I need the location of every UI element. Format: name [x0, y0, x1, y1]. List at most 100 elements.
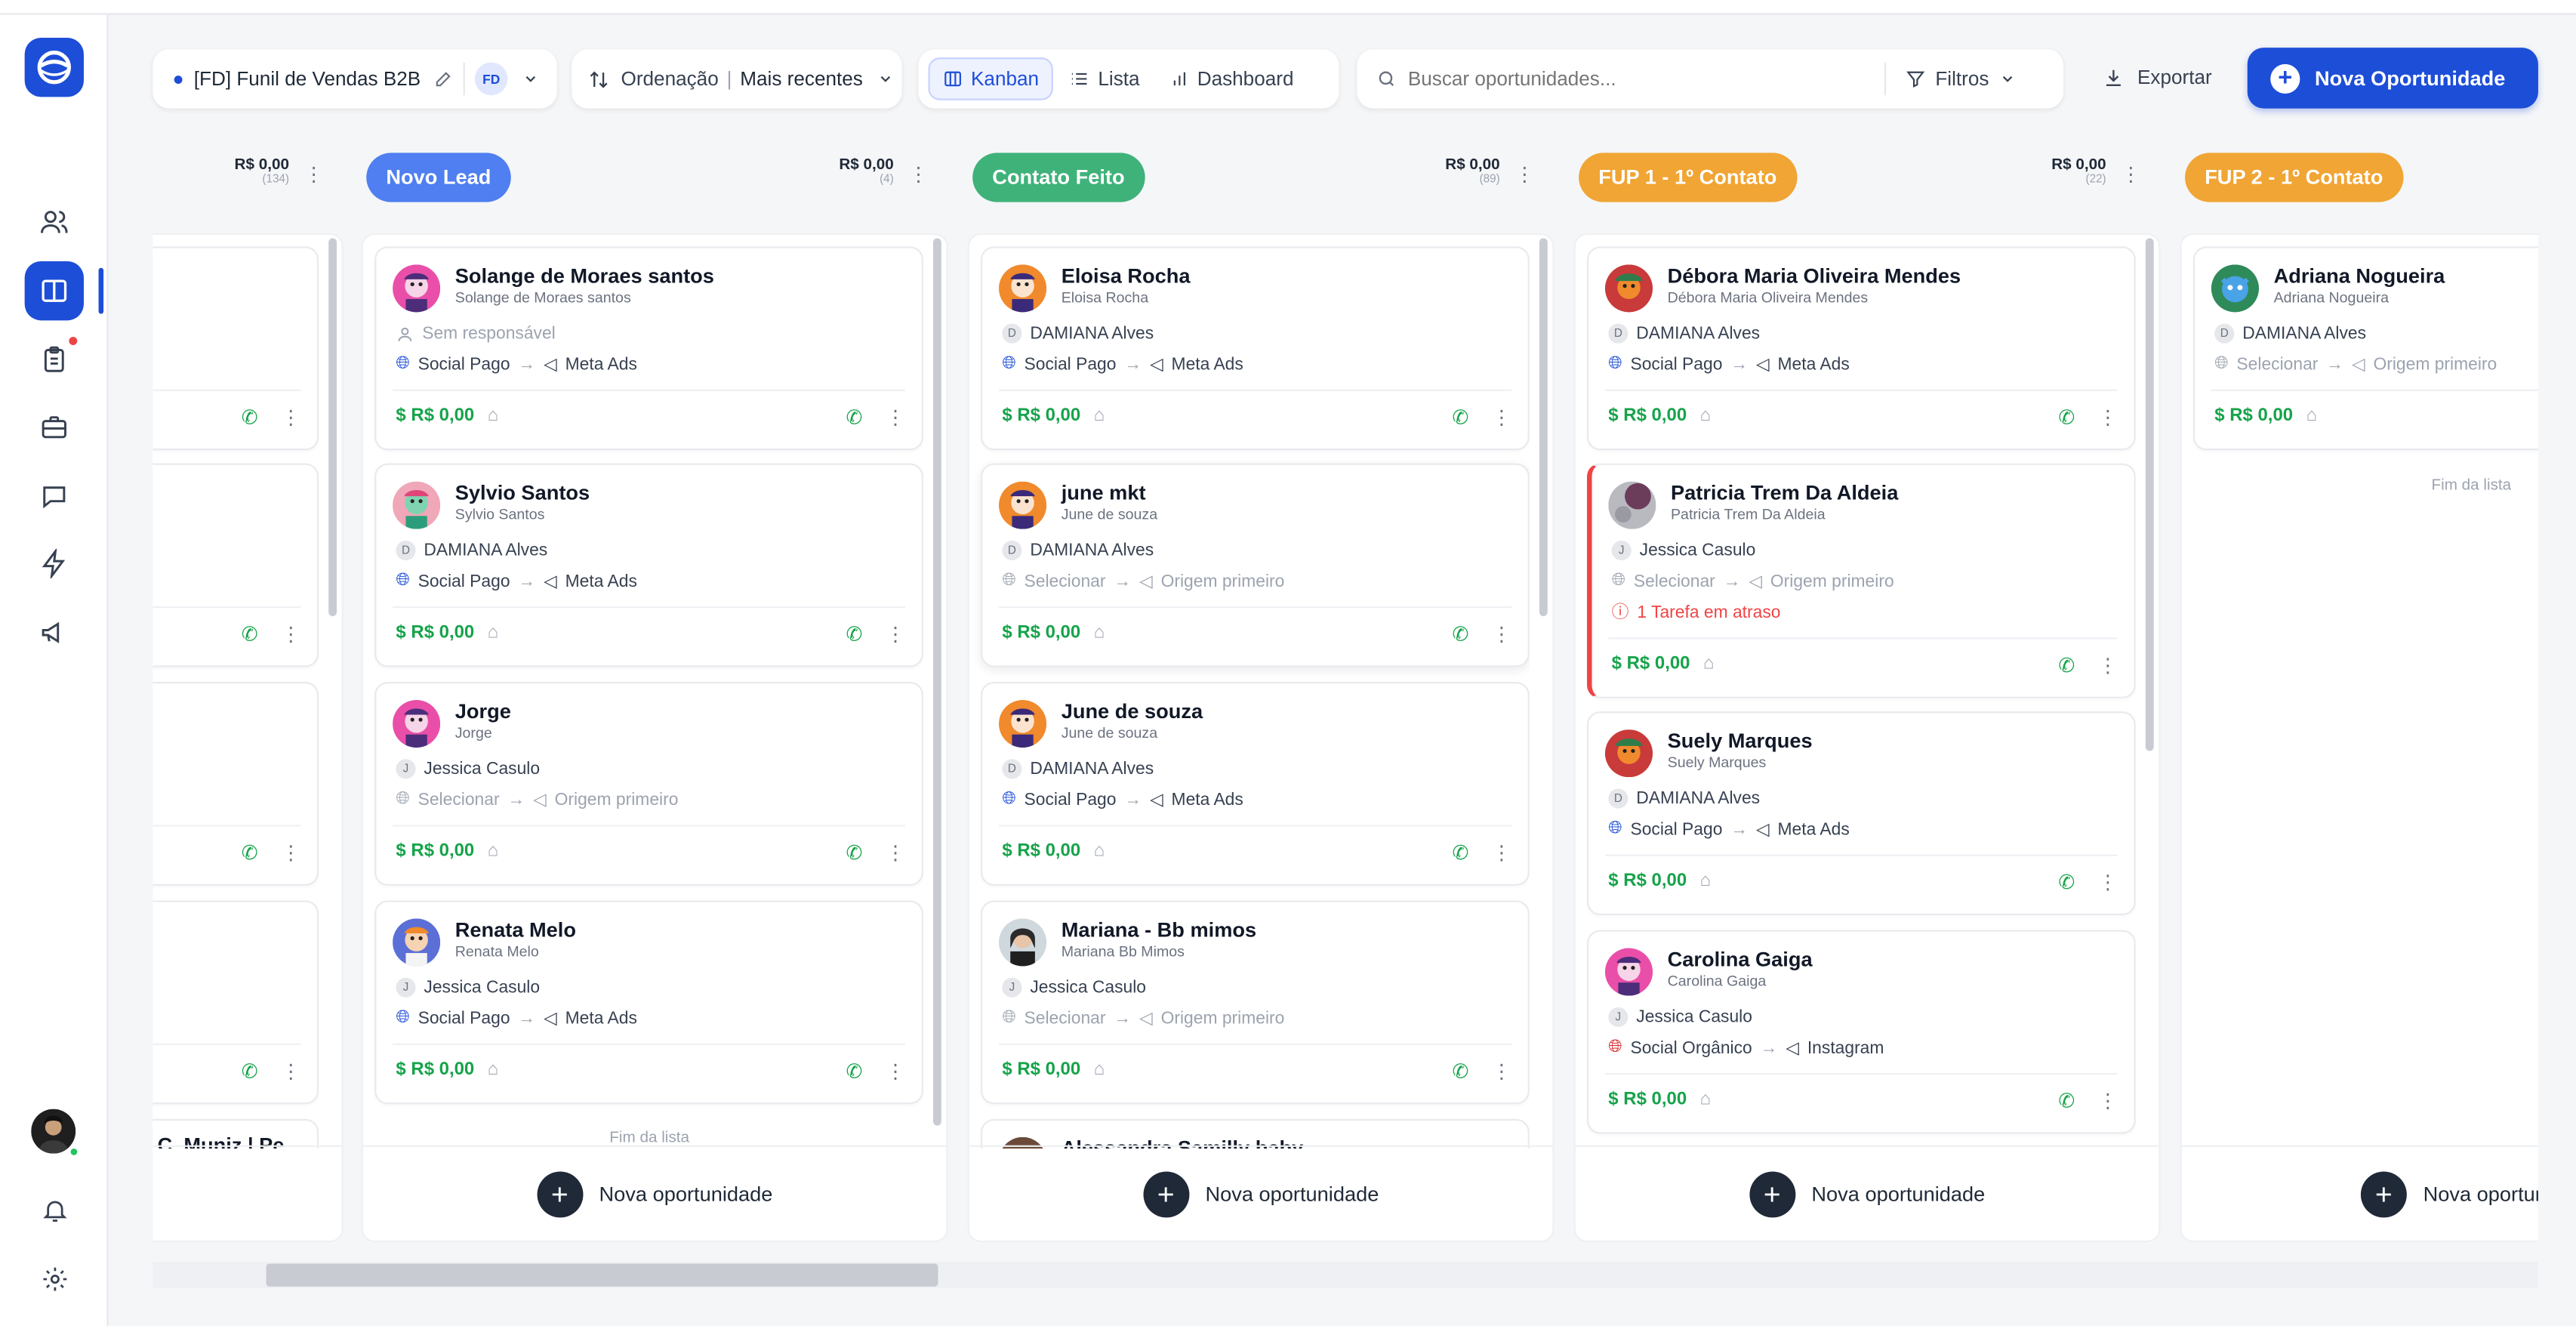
pencil-icon[interactable]: [434, 69, 454, 88]
settings-button[interactable]: [25, 1249, 84, 1308]
more-icon[interactable]: ⋮: [281, 406, 300, 428]
search-input[interactable]: [1407, 67, 1884, 91]
new-opportunity-button[interactable]: + Nova Oportunidade: [2247, 48, 2538, 109]
new-opportunity-footer[interactable]: + Nova oportunidade: [362, 1145, 947, 1241]
opportunity-card[interactable]: Solange de Moraes santos Solange de Mora…: [374, 246, 923, 451]
card-subtitle: Adriana Nogueira: [2273, 288, 2390, 306]
opportunity-card[interactable]: a C. Muniz | Pe: [153, 1118, 319, 1149]
tag-icon[interactable]: ⌂: [488, 406, 498, 425]
more-icon[interactable]: ⋮: [2098, 871, 2118, 893]
opportunity-card[interactable]: Adriana Nogueira Adriana Nogueira D DAMIA…: [2192, 246, 2538, 451]
opportunity-card[interactable]: Renata Melo Renata Melo J Jessica Casulo …: [374, 900, 923, 1105]
opportunity-card[interactable]: Jorge Jorge J Jessica Casulo 🌐︎ Selecionar…: [374, 682, 923, 886]
more-icon[interactable]: ⋮: [2098, 654, 2118, 677]
notifications-button[interactable]: [25, 1180, 84, 1238]
whatsapp-icon[interactable]: ✆: [846, 841, 863, 864]
whatsapp-icon[interactable]: ✆: [1452, 841, 1468, 864]
funnel-selector[interactable]: [FD] Funil de Vendas B2B FD: [153, 49, 557, 109]
whatsapp-icon[interactable]: ✆: [846, 1060, 863, 1083]
tag-icon[interactable]: ⌂: [1703, 654, 1714, 674]
more-icon[interactable]: ⋮: [2098, 1090, 2118, 1112]
column-menu-icon[interactable]: ⋮: [2121, 162, 2140, 185]
more-icon[interactable]: ⋮: [281, 841, 300, 864]
whatsapp-icon[interactable]: ✆: [242, 406, 258, 428]
whatsapp-icon[interactable]: ✆: [242, 841, 258, 864]
new-opportunity-footer[interactable]: + Nova oportunidade: [969, 1145, 1553, 1241]
whatsapp-icon[interactable]: ✆: [2058, 1090, 2075, 1112]
whatsapp-icon[interactable]: ✆: [2058, 654, 2075, 677]
more-icon[interactable]: ⋮: [886, 406, 905, 428]
column-menu-icon[interactable]: ⋮: [1514, 162, 1534, 185]
more-icon[interactable]: ⋮: [1492, 1060, 1511, 1083]
sort-selector[interactable]: Ordenação | Mais recentes: [572, 49, 902, 109]
filters-button[interactable]: Filtros: [1906, 67, 2015, 91]
more-icon[interactable]: ⋮: [1492, 406, 1511, 428]
opportunity-card[interactable]: Sylvio Santos Sylvio Santos D DAMIANA Alv…: [374, 463, 923, 668]
whatsapp-icon[interactable]: ✆: [1452, 623, 1468, 646]
column-menu-icon[interactable]: ⋮: [908, 162, 928, 185]
sidebar-item-automations[interactable]: [25, 534, 84, 593]
opportunity-card[interactable]: ✆ ⋮: [153, 463, 319, 668]
tag-icon[interactable]: ⌂: [488, 623, 498, 643]
whatsapp-icon[interactable]: ✆: [846, 623, 863, 646]
opportunity-card[interactable]: Carolina Gaiga Carolina Gaiga J Jessica C…: [1587, 930, 2136, 1134]
whatsapp-icon[interactable]: ✆: [846, 406, 863, 428]
export-button[interactable]: Exportar: [2103, 66, 2212, 89]
whatsapp-icon[interactable]: ✆: [242, 623, 258, 646]
tag-icon[interactable]: ⌂: [488, 841, 498, 861]
view-dashboard-tab[interactable]: Dashboard: [1156, 57, 1307, 100]
sidebar-item-contacts[interactable]: [25, 193, 84, 251]
sidebar-item-campaigns[interactable]: [25, 603, 84, 662]
opportunity-card[interactable]: Suely Marques Suely Marques D DAMIANA Alv…: [1587, 711, 2136, 916]
opportunity-card[interactable]: Alessandra Samilly baby: [981, 1118, 1530, 1149]
tag-icon[interactable]: ⌂: [1700, 871, 1711, 890]
tag-icon[interactable]: ⌂: [1094, 841, 1105, 861]
more-icon[interactable]: ⋮: [1492, 623, 1511, 646]
whatsapp-icon[interactable]: ✆: [242, 1060, 258, 1083]
column-scrollbar[interactable]: [2145, 238, 2154, 751]
column-scrollbar[interactable]: [1539, 238, 1548, 617]
tag-icon[interactable]: ⌂: [1094, 623, 1105, 643]
column-scrollbar[interactable]: [328, 238, 337, 617]
tag-icon[interactable]: ⌂: [1094, 1060, 1105, 1080]
column-menu-icon[interactable]: ⋮: [304, 162, 324, 185]
opportunity-card[interactable]: june mkt June de souza D DAMIANA Alves 🌐︎…: [981, 463, 1530, 668]
sidebar-item-business[interactable]: [25, 398, 84, 457]
tag-icon[interactable]: ⌂: [488, 1060, 498, 1080]
tag-icon[interactable]: ⌂: [2306, 406, 2316, 425]
tag-icon[interactable]: ⌂: [1094, 406, 1105, 425]
sidebar-item-chat[interactable]: [25, 467, 84, 526]
app-logo[interactable]: [24, 38, 84, 97]
whatsapp-icon[interactable]: ✆: [2058, 871, 2075, 893]
opportunity-card[interactable]: ✆ ⋮: [153, 900, 319, 1105]
more-icon[interactable]: ⋮: [1492, 841, 1511, 864]
opportunity-card[interactable]: Débora Maria Oliveira Mendes Débora Mari…: [1587, 246, 2136, 451]
new-opportunity-footer[interactable]: e: [153, 1145, 342, 1241]
whatsapp-icon[interactable]: ✆: [1452, 1060, 1468, 1083]
tag-icon[interactable]: ⌂: [1700, 1090, 1711, 1109]
column-scrollbar[interactable]: [932, 238, 941, 1126]
whatsapp-icon[interactable]: ✆: [2058, 406, 2075, 428]
more-icon[interactable]: ⋮: [886, 623, 905, 646]
whatsapp-icon[interactable]: ✆: [1452, 406, 1468, 428]
more-icon[interactable]: ⋮: [886, 1060, 905, 1083]
new-opportunity-footer[interactable]: + Nova oportun: [2181, 1145, 2538, 1241]
more-icon[interactable]: ⋮: [281, 623, 300, 646]
opportunity-card[interactable]: June de souza June de souza D DAMIANA Alv…: [981, 682, 1530, 886]
more-icon[interactable]: ⋮: [2098, 406, 2118, 428]
more-icon[interactable]: ⋮: [886, 841, 905, 864]
sidebar-item-kanban[interactable]: [24, 261, 84, 321]
opportunity-card[interactable]: Eloisa Rocha Eloisa Rocha D DAMIANA Alves…: [981, 246, 1530, 451]
user-avatar[interactable]: [31, 1109, 76, 1154]
opportunity-card[interactable]: ✆ ⋮: [153, 682, 319, 886]
chevron-down-icon[interactable]: [522, 71, 539, 88]
tag-icon[interactable]: ⌂: [1700, 406, 1711, 425]
more-icon[interactable]: ⋮: [281, 1060, 300, 1083]
opportunity-card[interactable]: ✆ ⋮: [153, 246, 319, 451]
opportunity-card[interactable]: Mariana - Bb mimos Mariana Bb Mimos J Jes…: [981, 900, 1530, 1105]
new-opportunity-footer[interactable]: + Nova oportunidade: [1575, 1145, 2159, 1241]
view-kanban-tab[interactable]: Kanban: [928, 57, 1054, 100]
view-list-tab[interactable]: Lista: [1057, 57, 1153, 100]
opportunity-card-late[interactable]: Patricia Trem Da Aldeia Patricia Trem Da…: [1587, 463, 2136, 698]
board-scroll-thumb[interactable]: [266, 1263, 938, 1287]
